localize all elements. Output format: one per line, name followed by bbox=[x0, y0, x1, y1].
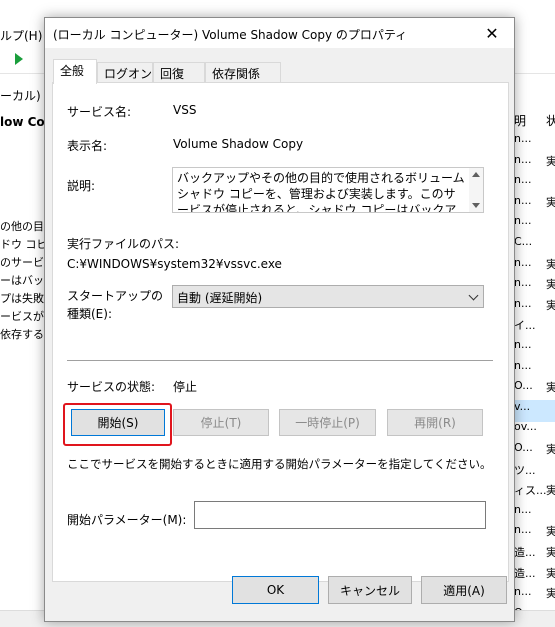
list-item-description[interactable]: n... bbox=[514, 359, 531, 372]
list-item-description[interactable]: n... bbox=[514, 214, 531, 227]
list-item-status[interactable]: 実 bbox=[546, 297, 555, 313]
display-name-label: 表示名: bbox=[67, 139, 108, 153]
resume-button-label: 再開(R) bbox=[414, 416, 456, 430]
exe-path-label: 実行ファイルのパス: bbox=[67, 237, 180, 251]
cancel-button[interactable]: キャンセル bbox=[328, 576, 412, 604]
tab-logon[interactable]: ログオン bbox=[97, 62, 153, 83]
list-item-description[interactable]: n... bbox=[514, 585, 531, 598]
pause-button-label: 一時停止(P) bbox=[295, 416, 360, 430]
list-item-status[interactable]: 実 bbox=[546, 565, 555, 581]
title-bar: (ローカル コンピューター) Volume Shadow Copy のプロパティ… bbox=[45, 18, 514, 48]
list-item-status[interactable]: 実 bbox=[546, 441, 555, 457]
list-item-description[interactable]: n... bbox=[514, 523, 531, 536]
description-text: バックアップやその他の目的で使用されるボリューム シャドウ コピーを、管理および… bbox=[177, 171, 465, 213]
description-line: のサービ bbox=[0, 256, 44, 269]
tab-label: 回復 bbox=[160, 67, 185, 81]
list-item-description[interactable]: ィス... bbox=[514, 482, 547, 498]
divider bbox=[67, 360, 493, 361]
description-line: ーはバック bbox=[0, 274, 44, 287]
description-scrollbar[interactable] bbox=[469, 168, 483, 212]
list-item-description[interactable]: n... bbox=[514, 503, 531, 516]
list-item-status[interactable]: 実 bbox=[546, 544, 555, 560]
list-item-description[interactable]: 造... bbox=[514, 544, 536, 560]
tab-recovery[interactable]: 回復 bbox=[153, 62, 205, 83]
pause-button[interactable]: 一時停止(P) bbox=[279, 409, 376, 436]
list-item-status[interactable]: 実 bbox=[546, 482, 555, 498]
play-icon[interactable] bbox=[15, 53, 23, 65]
list-item-description[interactable]: n... bbox=[514, 276, 531, 289]
dialog-title: (ローカル コンピューター) Volume Shadow Copy のプロパティ bbox=[53, 28, 408, 42]
close-icon: ✕ bbox=[485, 23, 499, 43]
list-item-status[interactable]: 実 bbox=[546, 256, 555, 272]
list-item-description[interactable]: O... bbox=[514, 379, 533, 392]
service-name-value: VSS bbox=[173, 103, 197, 117]
tab-label: ログオン bbox=[104, 67, 153, 81]
start-params-hint: ここでサービスを開始するときに適用する開始パラメーターを指定してください。 bbox=[67, 457, 492, 471]
list-item-description[interactable]: v... bbox=[514, 400, 530, 413]
tab-label: 全般 bbox=[60, 64, 85, 78]
general-tab-page: サービス名: VSS 表示名: Volume Shadow Copy 説明: バ… bbox=[52, 82, 509, 582]
service-status-label: サービスの状態: bbox=[67, 380, 156, 394]
description-line: ドウ コピ bbox=[0, 238, 44, 251]
list-item-description[interactable]: n... bbox=[514, 173, 531, 186]
list-item-status[interactable]: 実 bbox=[546, 585, 555, 601]
startup-type-label-2: 種類(E): bbox=[67, 307, 112, 321]
list-item-description[interactable]: 造... bbox=[514, 565, 536, 581]
list-item-description[interactable]: C... bbox=[514, 235, 532, 248]
list-item-description[interactable]: ov... bbox=[514, 420, 537, 433]
column-header-status[interactable]: 状 bbox=[546, 112, 555, 129]
description-line: 依存する bbox=[0, 328, 44, 341]
column-header-description[interactable]: 明 bbox=[514, 112, 526, 129]
list-item-description[interactable]: ツ... bbox=[514, 462, 536, 478]
list-item-description[interactable]: n... bbox=[514, 338, 531, 351]
stop-button-label: 停止(T) bbox=[200, 416, 242, 430]
scroll-up-icon[interactable] bbox=[472, 172, 480, 177]
list-item-description[interactable]: O... bbox=[514, 441, 533, 454]
startup-type-label: スタートアップの bbox=[67, 289, 164, 303]
menu-help[interactable]: ルプ(H) bbox=[0, 27, 42, 44]
apply-button[interactable]: 適用(A) bbox=[421, 576, 507, 604]
startup-type-select[interactable]: 自動 (遅延開始) bbox=[172, 285, 484, 308]
properties-dialog: (ローカル コンピューター) Volume Shadow Copy のプロパティ… bbox=[44, 17, 515, 622]
service-status-value: 停止 bbox=[173, 380, 198, 394]
service-name-label: サービス名: bbox=[67, 105, 132, 119]
list-item-status[interactable]: 実 bbox=[546, 276, 555, 292]
list-item-status[interactable]: 実 bbox=[546, 153, 555, 169]
description-label: 説明: bbox=[67, 179, 96, 193]
chevron-down-icon bbox=[468, 290, 479, 301]
description-line: ービスが多 bbox=[0, 310, 44, 323]
start-params-input[interactable] bbox=[194, 501, 486, 529]
tab-general[interactable]: 全般 bbox=[53, 59, 97, 84]
start-button-label: 開始(S) bbox=[97, 416, 139, 430]
tab-label: 依存関係 bbox=[212, 67, 261, 81]
resume-button[interactable]: 再開(R) bbox=[387, 409, 483, 436]
close-button[interactable]: ✕ bbox=[470, 18, 514, 48]
ok-button[interactable]: OK bbox=[232, 576, 319, 604]
tab-dependencies[interactable]: 依存関係 bbox=[205, 62, 281, 83]
start-button[interactable]: 開始(S) bbox=[71, 409, 165, 436]
list-item-status[interactable]: 実 bbox=[546, 194, 555, 210]
stop-button[interactable]: 停止(T) bbox=[173, 409, 269, 436]
display-name-value: Volume Shadow Copy bbox=[173, 137, 304, 151]
tree-item-local[interactable]: ーカル) bbox=[0, 87, 41, 104]
start-params-label: 開始パラメーター(M): bbox=[67, 513, 187, 527]
list-item-description[interactable]: n... bbox=[514, 256, 531, 269]
description-line: の他の目 bbox=[0, 220, 44, 233]
list-item-description[interactable]: n... bbox=[514, 194, 531, 207]
cancel-button-label: キャンセル bbox=[339, 583, 400, 598]
list-item-status[interactable]: 実 bbox=[546, 379, 555, 395]
description-textbox[interactable]: バックアップやその他の目的で使用されるボリューム シャドウ コピーを、管理および… bbox=[172, 167, 484, 213]
scroll-down-icon[interactable] bbox=[472, 203, 480, 208]
list-item-status[interactable]: 実 bbox=[546, 523, 555, 539]
list-item-description[interactable]: n... bbox=[514, 153, 531, 166]
list-item-description[interactable]: n... bbox=[514, 132, 531, 145]
description-line: プは失敗 bbox=[0, 292, 44, 305]
startup-type-value: 自動 (遅延開始) bbox=[177, 291, 263, 305]
list-item-description[interactable]: n... bbox=[514, 297, 531, 310]
exe-path-value: C:¥WINDOWS¥system32¥vssvc.exe bbox=[67, 257, 282, 271]
apply-button-label: 適用(A) bbox=[443, 583, 485, 598]
ok-button-label: OK bbox=[266, 583, 285, 597]
list-item-description[interactable]: イ... bbox=[514, 317, 536, 333]
